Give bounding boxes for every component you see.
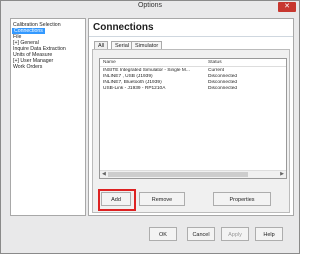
row-name[interactable]: USB-Link - J1939 - RP1210A [103, 86, 205, 92]
apply-button[interactable]: Apply [221, 227, 249, 241]
tree-item-work-orders[interactable]: Work Orders [13, 64, 42, 70]
panel-title: Connections [93, 22, 154, 33]
help-button[interactable]: Help [255, 227, 283, 241]
properties-button[interactable]: Properties [213, 192, 271, 206]
tab-content: Name Status INSITE Integrated Simulator … [92, 49, 290, 213]
scroll-right-icon[interactable]: ▶ [280, 171, 284, 178]
cancel-button[interactable]: Cancel [187, 227, 215, 241]
options-dialog: Options ✕ Calibration Selection Connecti… [0, 0, 300, 254]
title-divider [89, 36, 293, 37]
horizontal-scrollbar[interactable]: ◀ ▶ [100, 170, 286, 178]
remove-button[interactable]: Remove [139, 192, 185, 206]
header-divider [100, 66, 286, 67]
options-tree: Calibration Selection Connections File [… [10, 18, 86, 216]
title-bar: Options ✕ [1, 1, 299, 14]
add-button[interactable]: Add [101, 192, 131, 206]
scroll-left-icon[interactable]: ◀ [102, 171, 106, 178]
scrollbar-thumb[interactable] [108, 172, 248, 177]
connections-panel: Connections All Serial Simulator Name St… [88, 18, 294, 216]
connections-list[interactable]: Name Status INSITE Integrated Simulator … [99, 58, 287, 179]
close-button[interactable]: ✕ [278, 2, 296, 12]
window-title: Options [137, 2, 163, 9]
ok-button[interactable]: OK [149, 227, 177, 241]
row-status[interactable]: Disconnected [208, 86, 237, 92]
